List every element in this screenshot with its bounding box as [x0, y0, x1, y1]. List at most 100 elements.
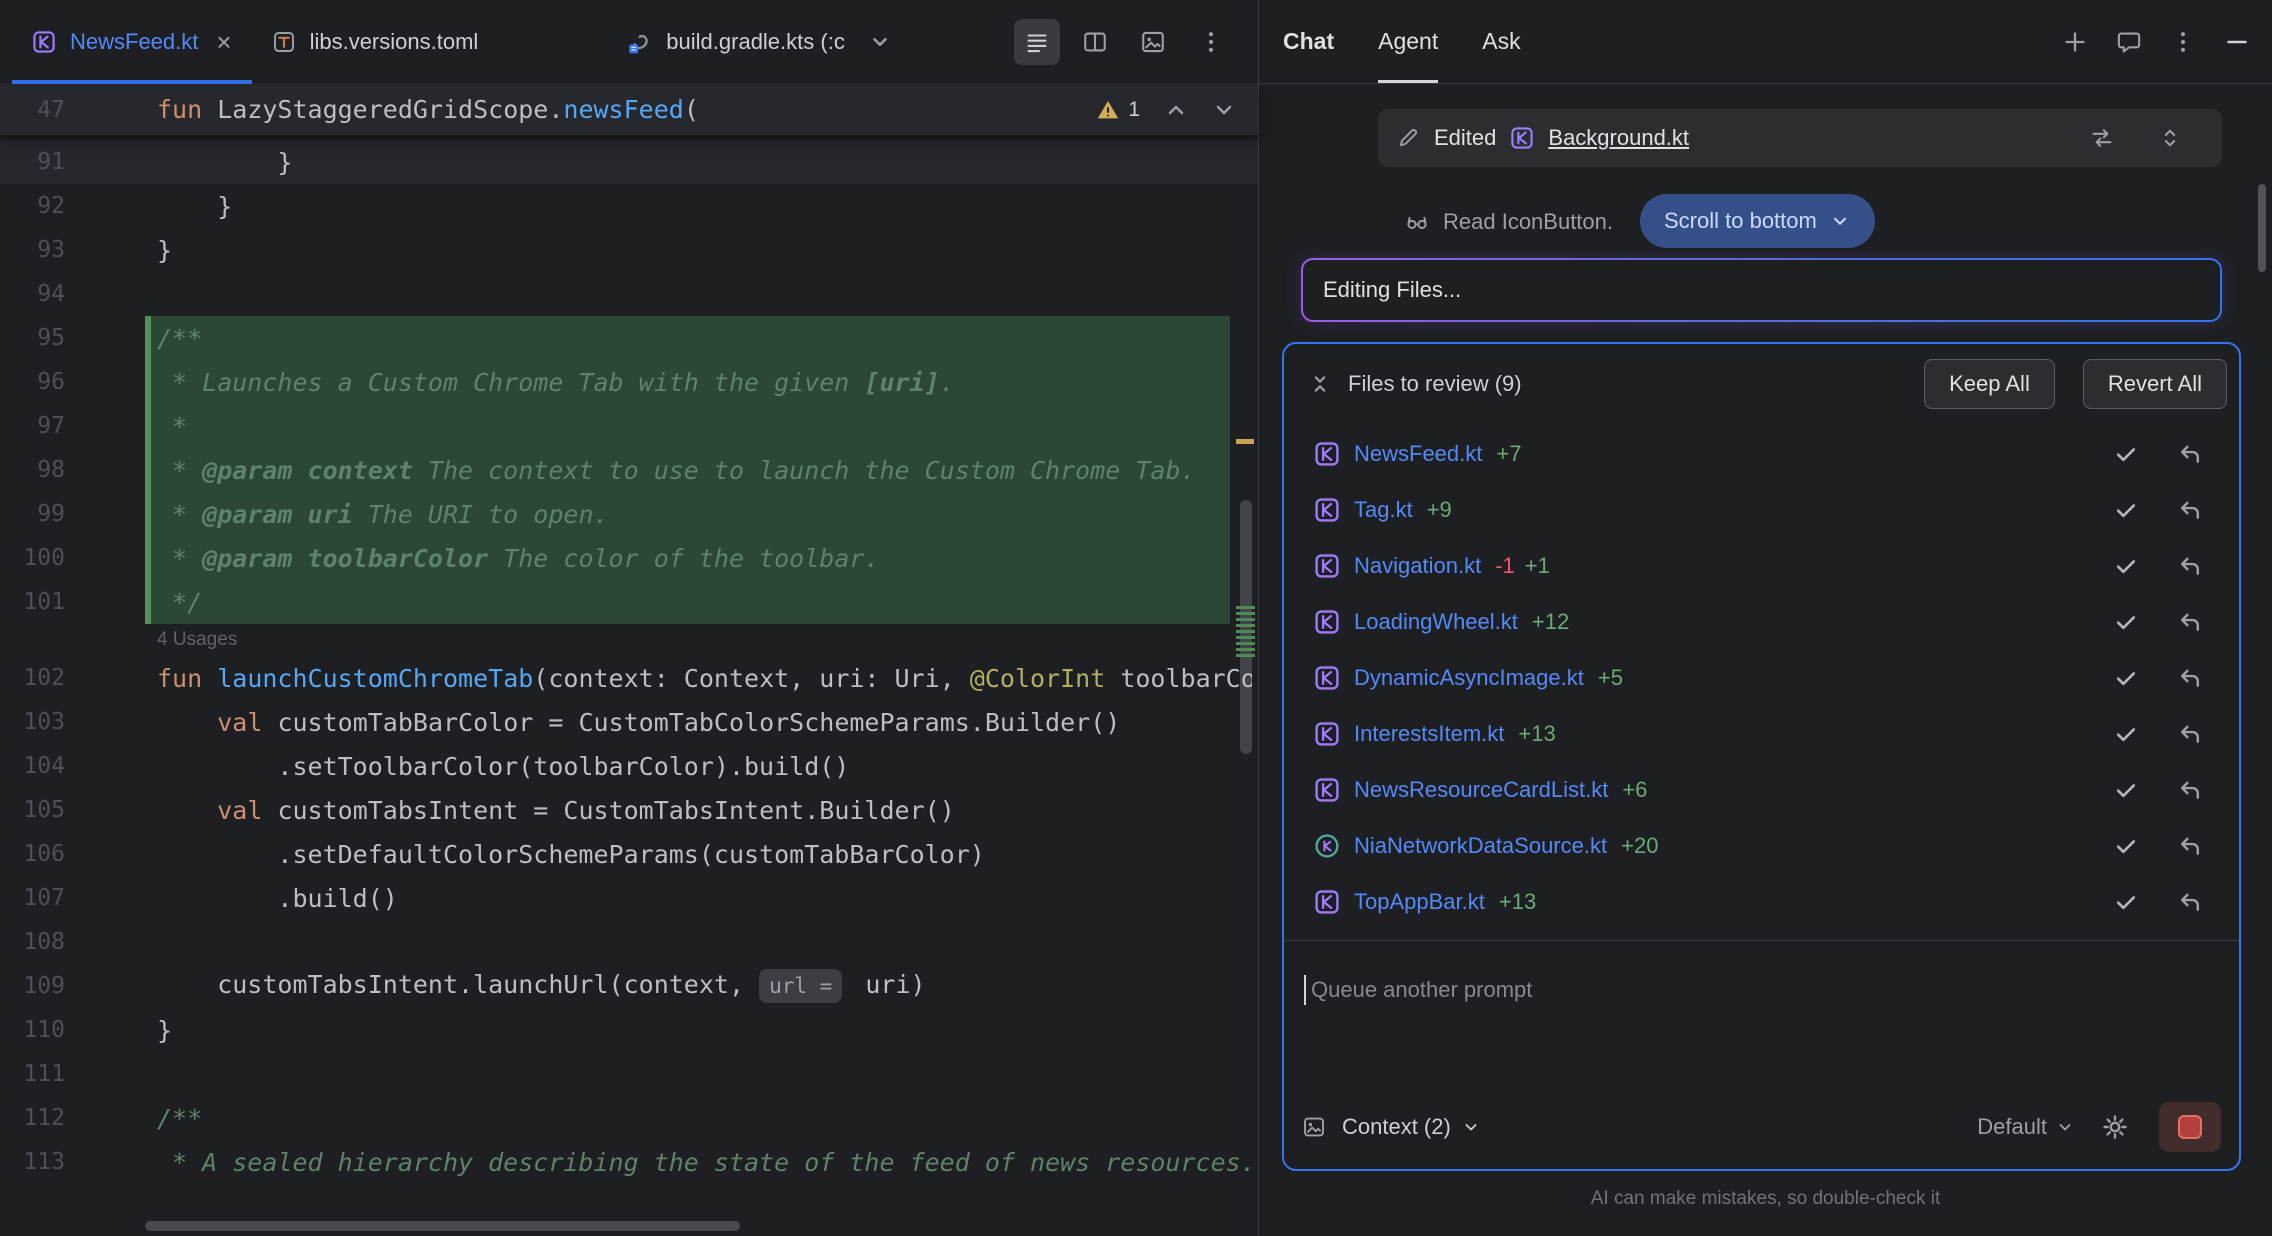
line-number: 94: [0, 272, 65, 316]
revert-file-button[interactable]: [2177, 441, 2203, 467]
attach-image-icon[interactable]: [1302, 1115, 1326, 1139]
scrollbar-added-lines-mark: [1236, 606, 1255, 660]
editor-more-options-button[interactable]: [1188, 19, 1234, 65]
code-line-93[interactable]: 93}: [0, 228, 1258, 272]
code-line-99[interactable]: 99 * @param uri The URI to open.: [0, 492, 1258, 536]
accept-file-button[interactable]: [2113, 609, 2139, 635]
close-tab-icon[interactable]: ×: [216, 29, 231, 55]
show-diff-icon[interactable]: [2090, 126, 2114, 150]
chat-tab-agent[interactable]: Agent: [1378, 0, 1438, 83]
review-file-link[interactable]: TopAppBar.kt: [1354, 889, 1485, 915]
accept-file-button[interactable]: [2113, 665, 2139, 691]
revert-file-button[interactable]: [2177, 777, 2203, 803]
hidden-tabs-chevron-down-icon[interactable]: [869, 31, 891, 53]
expand-collapse-icon[interactable]: [2158, 126, 2182, 150]
chat-more-options-button[interactable]: [2170, 29, 2196, 55]
warning-count: 1: [1128, 98, 1140, 122]
accept-file-button[interactable]: [2113, 721, 2139, 747]
review-file-link[interactable]: NiaNetworkDataSource.kt: [1354, 833, 1607, 859]
code-line-101[interactable]: 101 */: [0, 580, 1258, 624]
accept-file-button[interactable]: [2113, 889, 2139, 915]
code-editor[interactable]: 91 }92 }93}9495/**96 * Launches a Custom…: [0, 136, 1258, 1236]
keep-all-button[interactable]: Keep All: [1924, 359, 2055, 409]
accept-file-button[interactable]: [2113, 497, 2139, 523]
hide-panel-button[interactable]: [2224, 29, 2250, 55]
kotlin-file-icon: [1510, 126, 1534, 150]
model-selector[interactable]: Default: [1977, 1114, 2075, 1140]
next-issue-button[interactable]: [1212, 98, 1236, 122]
review-file-link[interactable]: DynamicAsyncImage.kt: [1354, 665, 1584, 691]
code-line-113[interactable]: 113 * A sealed hierarchy describing the …: [0, 1140, 1258, 1184]
gear-icon[interactable]: [2101, 1113, 2129, 1141]
code-line-98[interactable]: 98 * @param context The context to use t…: [0, 448, 1258, 492]
revert-file-button[interactable]: [2177, 721, 2203, 747]
revert-file-button[interactable]: [2177, 833, 2203, 859]
editor-tab-newsfeed-kt[interactable]: NewsFeed.kt×: [12, 0, 252, 83]
editor-horizontal-scrollbar[interactable]: [145, 1221, 740, 1231]
chat-tab-chat[interactable]: Chat: [1283, 0, 1334, 83]
review-file-link[interactable]: NewsFeed.kt: [1354, 441, 1482, 467]
code-line-109[interactable]: 109 customTabsIntent.launchUrl(context, …: [0, 964, 1258, 1008]
read-file-row[interactable]: Read IconButton.: [1405, 202, 1613, 242]
code-line-110[interactable]: 110}: [0, 1008, 1258, 1052]
review-file-link[interactable]: Navigation.kt: [1354, 553, 1481, 579]
image-preview-button[interactable]: [1130, 19, 1176, 65]
chat-tab-strip: Chat Agent Ask: [1259, 0, 1565, 83]
accept-file-button[interactable]: [2113, 833, 2139, 859]
code-line-100[interactable]: 100 * @param toolbarColor The color of t…: [0, 536, 1258, 580]
collapse-icon[interactable]: [1308, 372, 1332, 396]
chat-scrollbar[interactable]: [2258, 184, 2266, 272]
revert-file-button[interactable]: [2177, 497, 2203, 523]
split-editor-button[interactable]: [1072, 19, 1118, 65]
new-chat-button[interactable]: [2062, 29, 2088, 55]
usages-hint[interactable]: 4 Usages: [157, 629, 237, 651]
edited-file-card[interactable]: Edited Background.kt: [1378, 109, 2222, 167]
revert-file-button[interactable]: [2177, 609, 2203, 635]
chevron-down-icon: [2055, 1117, 2075, 1137]
accept-file-button[interactable]: [2113, 553, 2139, 579]
revert-file-button[interactable]: [2177, 889, 2203, 915]
accept-file-button[interactable]: [2113, 441, 2139, 467]
code-line-92[interactable]: 92 }: [0, 184, 1258, 228]
accept-file-button[interactable]: [2113, 777, 2139, 803]
code-line-103[interactable]: 103 val customTabBarColor = CustomTabCol…: [0, 700, 1258, 744]
prompt-input[interactable]: Queue another prompt: [1284, 941, 2239, 1085]
code-line-95[interactable]: 95/**: [0, 316, 1258, 360]
chat-tab-ask[interactable]: Ask: [1482, 0, 1520, 83]
revert-file-button[interactable]: [2177, 665, 2203, 691]
context-selector[interactable]: Context (2): [1342, 1114, 1481, 1140]
code-line-108[interactable]: 108: [0, 920, 1258, 964]
code-line-106[interactable]: 106 .setDefaultColorSchemeParams(customT…: [0, 832, 1258, 876]
editor-tab-build-gradle-kts-c[interactable]: build.gradle.kts (:c: [608, 0, 911, 83]
code-line-111[interactable]: 111: [0, 1052, 1258, 1096]
glasses-icon: [1405, 210, 1429, 234]
chat-history-button[interactable]: [2116, 29, 2142, 55]
code-line-96[interactable]: 96 * Launches a Custom Chrome Tab with t…: [0, 360, 1258, 404]
review-file-link[interactable]: InterestsItem.kt: [1354, 721, 1504, 747]
editor-tab-libs-versions-toml[interactable]: libs.versions.toml: [252, 0, 499, 83]
code-line-107[interactable]: 107 .build(): [0, 876, 1258, 920]
code-line-94[interactable]: 94: [0, 272, 1258, 316]
lines-added: +20: [1621, 833, 1658, 859]
scroll-to-bottom-button[interactable]: Scroll to bottom: [1640, 194, 1875, 248]
review-file-link[interactable]: LoadingWheel.kt: [1354, 609, 1518, 635]
previous-issue-button[interactable]: [1164, 98, 1188, 122]
ai-disclaimer: AI can make mistakes, so double-check it: [1259, 1188, 2272, 1210]
sticky-code-line[interactable]: 47 fun LazyStaggeredGridScope.newsFeed( …: [0, 84, 1258, 136]
revert-all-button[interactable]: Revert All: [2083, 359, 2227, 409]
edited-file-link[interactable]: Background.kt: [1548, 125, 1689, 151]
file-structure-button[interactable]: [1014, 19, 1060, 65]
line-number: 98: [0, 448, 65, 492]
code-line-91[interactable]: 91 }: [0, 140, 1258, 184]
code-line-104[interactable]: 104 .setToolbarColor(toolbarColor).build…: [0, 744, 1258, 788]
revert-file-button[interactable]: [2177, 553, 2203, 579]
review-file-link[interactable]: Tag.kt: [1354, 497, 1413, 523]
code-line-112[interactable]: 112/**: [0, 1096, 1258, 1140]
chat-header: Chat Agent Ask: [1259, 0, 2272, 84]
code-line-105[interactable]: 105 val customTabsIntent = CustomTabsInt…: [0, 788, 1258, 832]
code-line-102[interactable]: 102fun launchCustomChromeTab(context: Co…: [0, 656, 1258, 700]
review-file-link[interactable]: NewsResourceCardList.kt: [1354, 777, 1608, 803]
warning-indicator[interactable]: 1: [1096, 98, 1140, 122]
stop-button[interactable]: [2159, 1102, 2221, 1152]
code-line-97[interactable]: 97 *: [0, 404, 1258, 448]
